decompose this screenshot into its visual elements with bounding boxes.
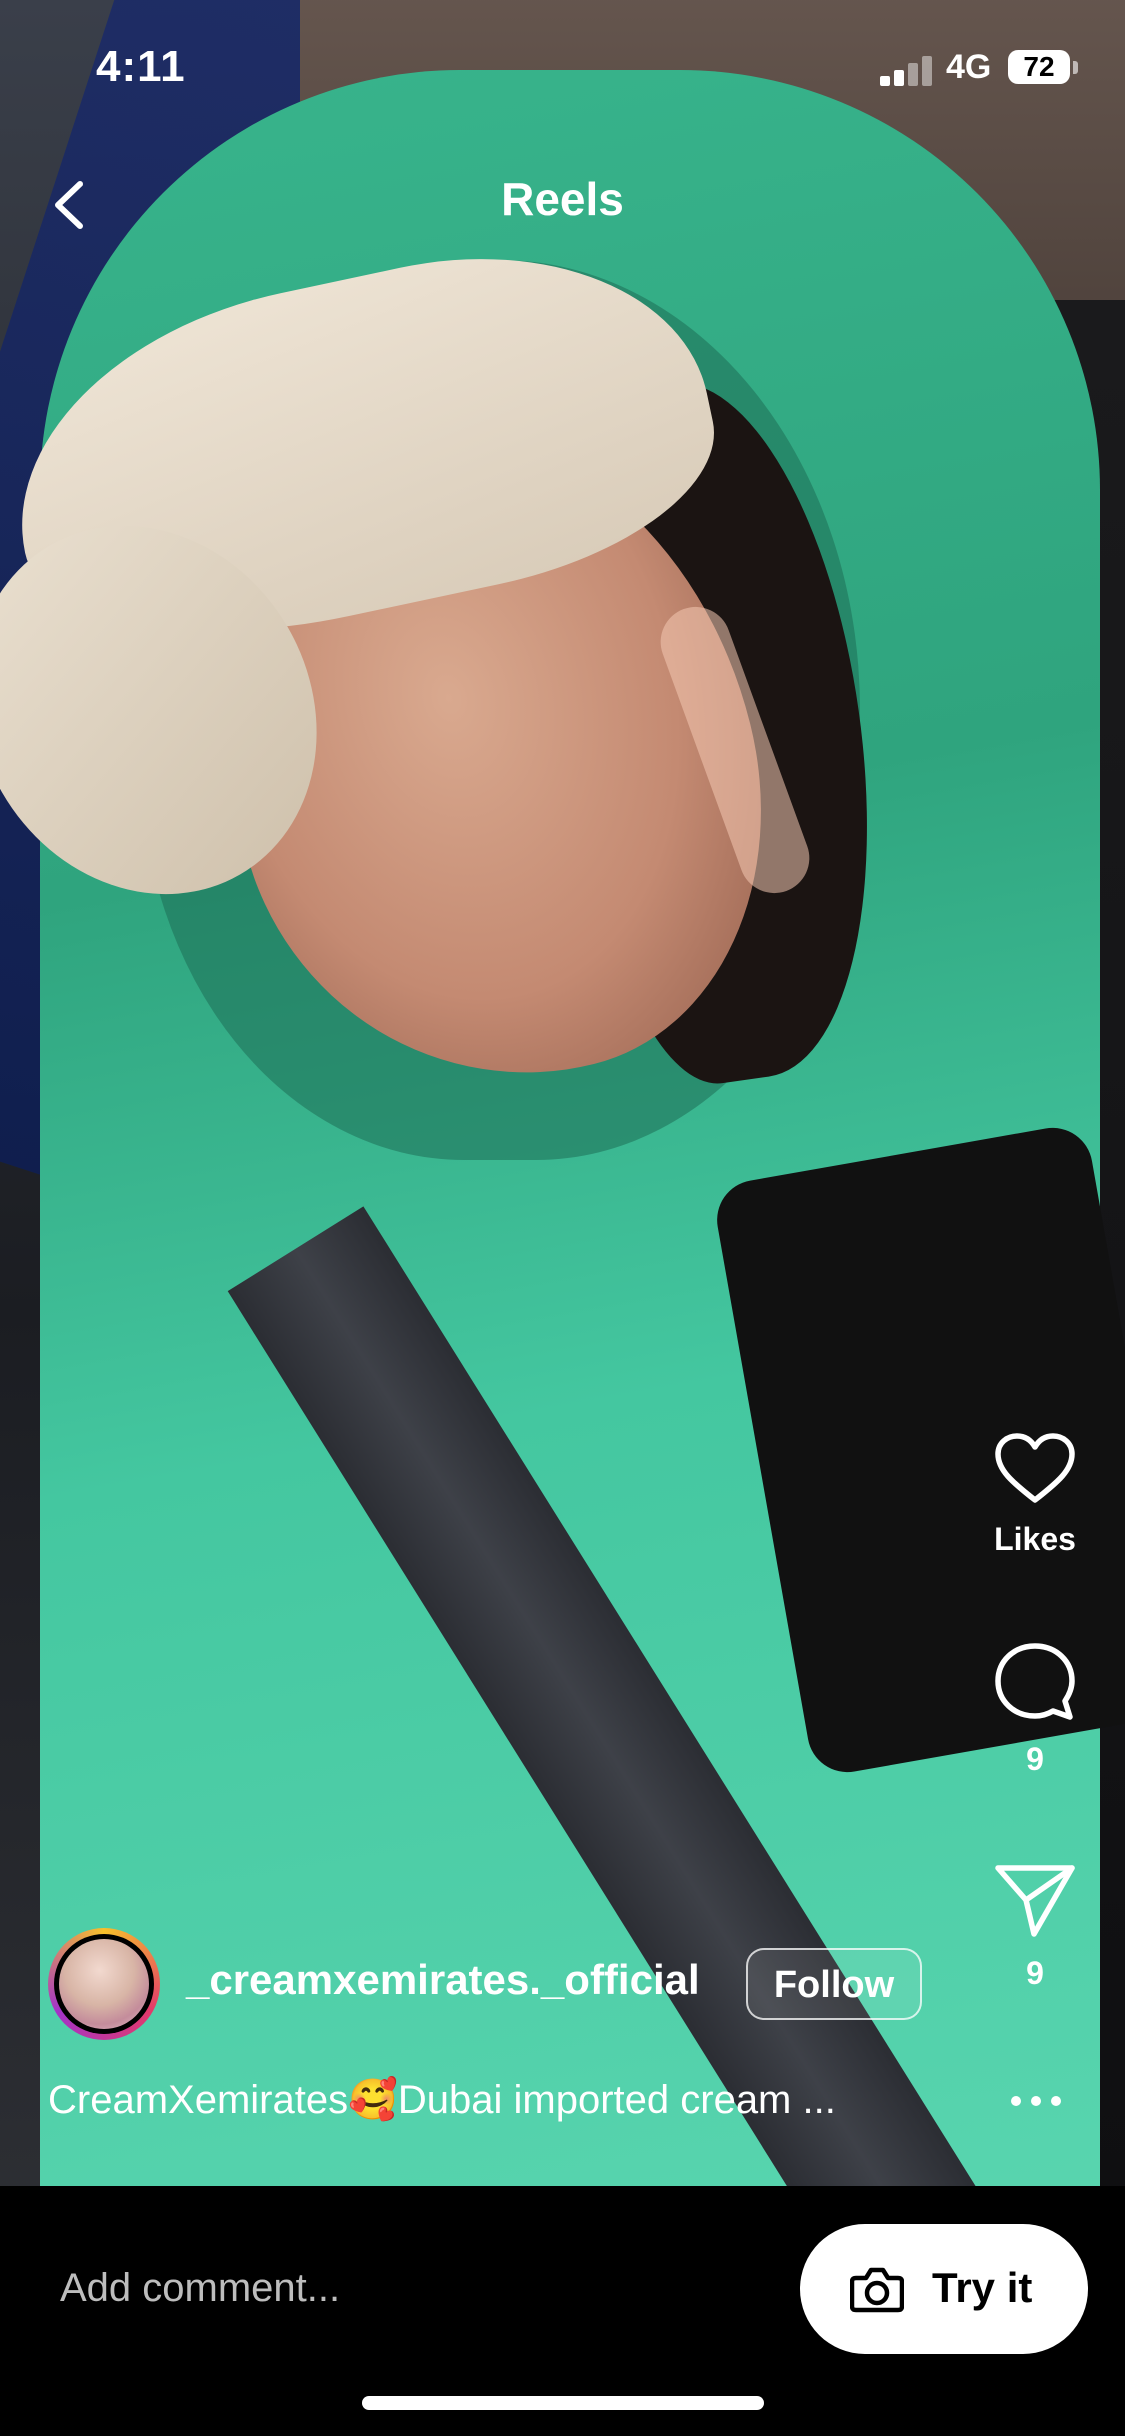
paper-plane-icon — [995, 1865, 1075, 1937]
network-type: 4G — [946, 48, 992, 86]
reel-video[interactable] — [0, 0, 1125, 2186]
shares-count: 9 — [1026, 1955, 1044, 1991]
more-options-button[interactable] — [1006, 2086, 1066, 2116]
reels-screen: 4:11 4G 72 Reels Likes 9 9 _creamxemirat… — [0, 0, 1125, 2436]
status-bar: 4:11 4G 72 — [0, 0, 1125, 140]
username-link[interactable]: _creamxemirates._official — [186, 1956, 700, 2004]
page-title: Reels — [501, 173, 624, 225]
heart-icon — [995, 1433, 1075, 1503]
status-time: 4:11 — [96, 42, 186, 91]
more-dot-icon — [1031, 2096, 1041, 2106]
share-button[interactable]: 9 — [965, 1860, 1105, 1992]
avatar-image — [59, 1939, 149, 2029]
more-dot-icon — [1051, 2096, 1061, 2106]
camera-icon — [850, 2267, 904, 2313]
avatar[interactable] — [48, 1928, 160, 2040]
avatar-ring-gap — [54, 1934, 154, 2034]
home-indicator[interactable] — [362, 2396, 764, 2410]
battery-icon: 72 — [1008, 50, 1070, 84]
battery-cap — [1073, 61, 1078, 74]
try-it-label: Try it — [932, 2264, 1033, 2311]
comment-button[interactable]: 9 — [965, 1640, 1105, 1778]
try-it-button[interactable]: Try it — [800, 2224, 1088, 2354]
comments-count: 9 — [1026, 1741, 1044, 1777]
follow-button[interactable]: Follow — [746, 1948, 922, 2020]
battery-level: 72 — [1023, 51, 1055, 82]
like-button[interactable]: Likes — [965, 1430, 1105, 1558]
comment-bubble-icon — [995, 1643, 1075, 1720]
signal-icon — [880, 54, 940, 86]
reel-caption[interactable]: CreamXemirates🥰Dubai imported cream ... — [48, 2076, 928, 2123]
likes-label: Likes — [994, 1521, 1076, 1557]
more-dot-icon — [1011, 2096, 1021, 2106]
comment-input[interactable]: Add comment... — [60, 2266, 340, 2311]
